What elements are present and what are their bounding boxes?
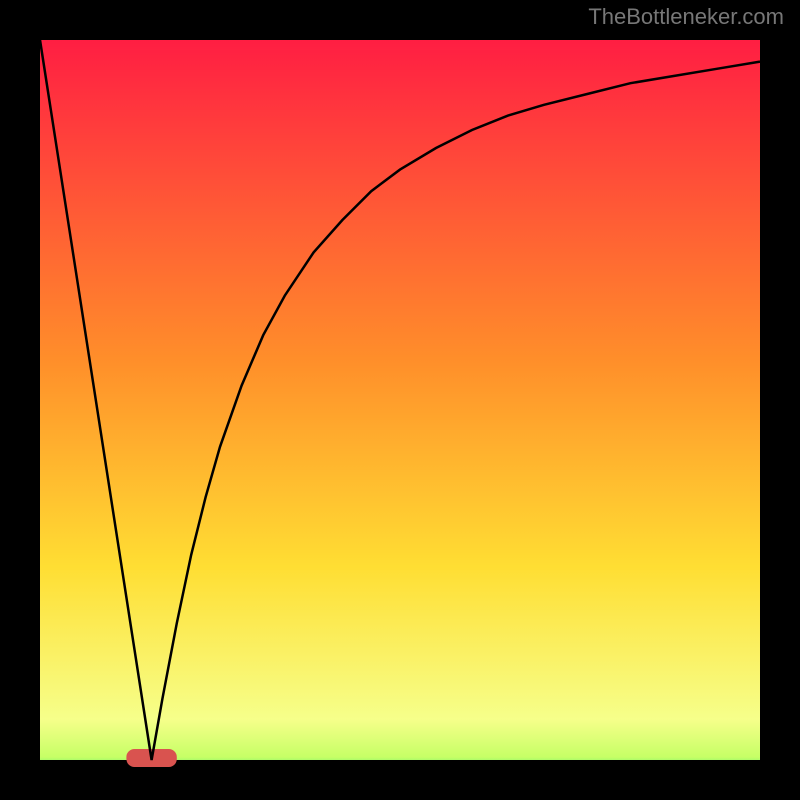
bottleneck-chart	[0, 0, 800, 800]
plot-background	[20, 20, 780, 780]
watermark-text: TheBottleneker.com	[588, 4, 784, 30]
chart-container: TheBottleneker.com	[0, 0, 800, 800]
